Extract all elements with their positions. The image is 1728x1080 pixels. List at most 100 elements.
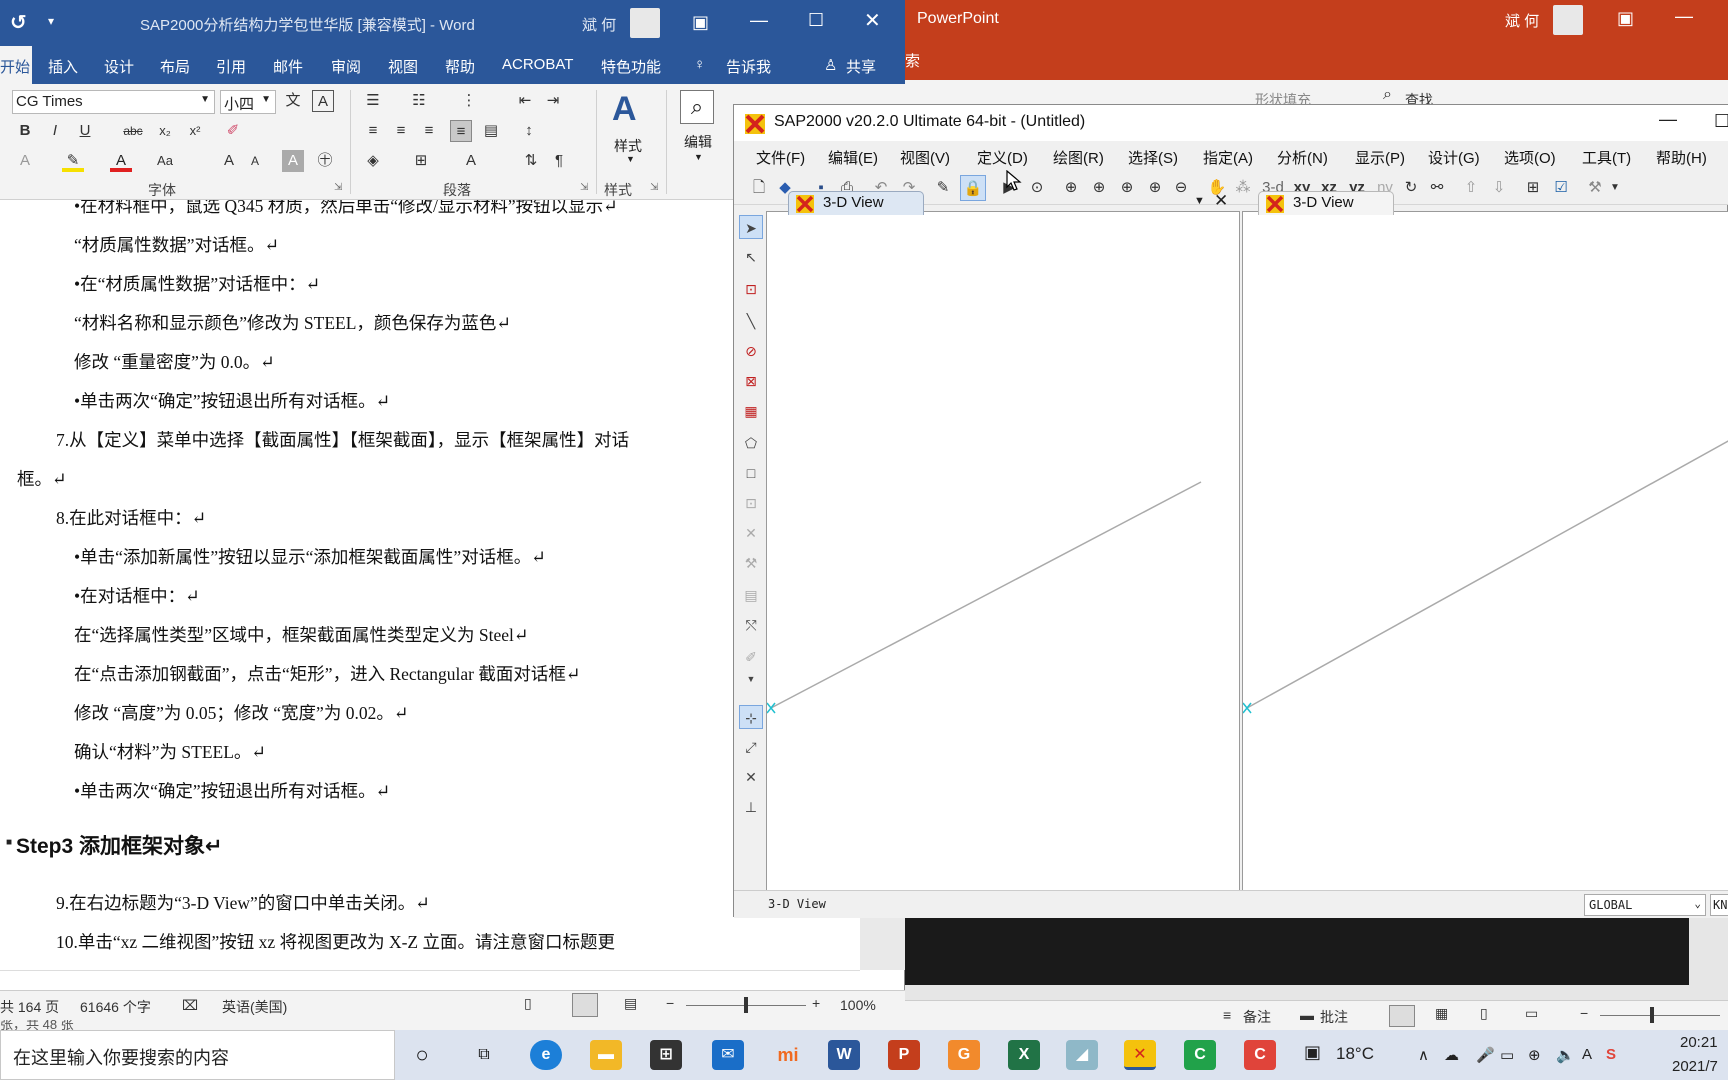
autosave-icon[interactable]: ↺ [10, 10, 27, 35]
view-tab-left[interactable]: 3-D View [788, 191, 924, 215]
editing-button[interactable]: 编辑 [684, 132, 712, 152]
zoom-out-icon[interactable]: ⊖ [1168, 175, 1194, 201]
customize-toolbar-icon[interactable]: ▾ [48, 14, 54, 28]
zoom-in-icon[interactable]: ⊕ [1142, 175, 1168, 201]
align-right-icon[interactable]: ≡ [418, 120, 440, 142]
print-layout-button[interactable] [572, 993, 598, 1017]
phonetic-guide-icon[interactable]: 文 [282, 90, 304, 112]
zoom-in-icon[interactable]: + [812, 995, 820, 1011]
comments-button[interactable]: 批注 [1320, 1007, 1348, 1027]
snap-points-icon[interactable]: ⊹ [739, 705, 763, 729]
underline-icon[interactable]: U [74, 120, 96, 142]
enclose-characters-icon[interactable]: ㊉ [314, 150, 336, 172]
zoom-slider-thumb[interactable] [744, 997, 748, 1013]
set-display-options-icon[interactable]: ☑ [1548, 175, 1574, 201]
chinese-layout-icon[interactable]: A [460, 150, 482, 172]
weather-temp[interactable]: 18°C [1336, 1044, 1374, 1064]
font-dialog-launcher-icon[interactable]: ⇲ [334, 182, 342, 193]
draw-section-cut-icon[interactable]: ⤲ [739, 613, 763, 637]
subscript-icon[interactable]: x₂ [154, 120, 176, 142]
camtasia-red-icon[interactable]: C [1244, 1040, 1276, 1070]
draw-joint-icon[interactable]: ⊡ [739, 277, 763, 301]
notes-button[interactable]: 备注 [1243, 1007, 1271, 1027]
menu-options[interactable]: 选项(O) [1504, 147, 1556, 168]
draw-brace-icon[interactable]: ⊠ [739, 369, 763, 393]
minimize-icon[interactable]: — [1659, 109, 1677, 130]
change-case-icon[interactable]: Aa [154, 150, 176, 172]
ribbon-display-icon[interactable]: ▣ [1617, 8, 1634, 29]
menu-view[interactable]: 视图(V) [900, 147, 950, 168]
new-model-icon[interactable]: 🗋 [746, 175, 772, 201]
search-icon[interactable]: ⌕ [1383, 86, 1392, 104]
share-icon[interactable]: ♙ [824, 56, 837, 74]
font-size-dropdown[interactable]: 小四 ▼ [220, 90, 276, 114]
decrease-indent-icon[interactable]: ⇤ [514, 90, 536, 112]
shrink-font-icon[interactable]: A [244, 150, 266, 172]
reshape-icon[interactable]: ↖ [739, 245, 763, 269]
zoom-previous-icon[interactable]: ⊕ [1114, 175, 1140, 201]
move-down-icon[interactable]: ⇩ [1486, 175, 1512, 201]
sogou-ime-icon[interactable]: S [1606, 1046, 1616, 1063]
search-icon[interactable]: ⌕ [680, 90, 714, 124]
clear-formatting-icon[interactable]: ✐ [222, 120, 244, 142]
file-explorer-icon[interactable]: ▬ [590, 1040, 622, 1070]
select-pointer-icon[interactable]: ➤ [739, 215, 763, 239]
app-icon[interactable]: ◢ [1066, 1040, 1098, 1070]
tab-special-features[interactable]: 特色功能 [601, 56, 661, 77]
justify-icon[interactable]: ≡ [450, 120, 472, 142]
tab-review[interactable]: 审阅 [331, 56, 361, 77]
tab-view[interactable]: 视图 [388, 56, 418, 77]
mi-icon[interactable]: mi [772, 1040, 804, 1070]
comments-icon[interactable]: ▬ [1300, 1007, 1314, 1023]
menu-file[interactable]: 文件(F) [756, 147, 805, 168]
quick-draw-frame-icon[interactable]: ⊘ [739, 339, 763, 363]
share-button[interactable]: 共享 [846, 56, 876, 77]
tab-design[interactable]: 设计 [104, 56, 134, 77]
show-hide-marks-icon[interactable]: ¶ [548, 150, 570, 172]
draw-poly-area-icon[interactable]: ⬠ [739, 431, 763, 455]
tab-home[interactable]: 开始 [0, 56, 30, 77]
highlight-icon[interactable]: ✎ [62, 150, 84, 172]
bullets-icon[interactable]: ☰ [362, 90, 384, 112]
paragraph-dialog-launcher-icon[interactable]: ⇲ [580, 182, 588, 193]
refresh-pencil-icon[interactable]: ✎ [930, 175, 956, 201]
snap-intersections-icon[interactable]: ✕ [739, 765, 763, 789]
superscript-icon[interactable]: x² [184, 120, 206, 142]
zoom-slider[interactable] [1600, 1015, 1720, 1016]
volume-icon[interactable]: 🔈 [1556, 1046, 1575, 1064]
network-icon[interactable]: ⊕ [1528, 1046, 1541, 1064]
task-view-icon[interactable]: ⧉ [468, 1040, 500, 1070]
microphone-icon[interactable]: 🎤 [1476, 1046, 1495, 1064]
italic-icon[interactable]: I [44, 120, 66, 142]
draw-solid-icon[interactable]: ▤ [739, 583, 763, 607]
bold-icon[interactable]: B [14, 120, 36, 142]
document-page[interactable]: •在材料框中，鼠选 Q345 材质，然后单击“修改/显示材料”按钮以显示↵ “材… [0, 200, 860, 970]
lightbulb-icon[interactable]: ♀ [694, 56, 705, 73]
normal-view-button[interactable] [1389, 1005, 1415, 1027]
store-icon[interactable]: ⊞ [650, 1040, 682, 1070]
slideshow-icon[interactable]: ▭ [1525, 1005, 1538, 1022]
object-shrink-icon[interactable]: ⊞ [1520, 175, 1546, 201]
reading-view-icon[interactable]: ▯ [1480, 1005, 1488, 1022]
edge-icon[interactable]: e [530, 1040, 562, 1070]
read-mode-icon[interactable]: ▯ [524, 995, 532, 1012]
word-icon[interactable]: W [828, 1040, 860, 1070]
chevron-down-icon[interactable]: ▼ [739, 667, 763, 691]
draw-dimension-icon[interactable]: ✐ [739, 645, 763, 669]
zoom-out-icon[interactable]: − [1580, 1005, 1588, 1021]
proofing-icon[interactable]: ⌧ [182, 997, 198, 1014]
shading-icon[interactable]: ◈ [362, 150, 384, 172]
avatar[interactable] [630, 8, 660, 38]
increase-indent-icon[interactable]: ⇥ [542, 90, 564, 112]
tell-me-button[interactable]: 告诉我 [726, 56, 771, 77]
multilevel-list-icon[interactable]: ⋮ [458, 90, 480, 112]
numbering-icon[interactable]: ☷ [408, 90, 430, 112]
distributed-icon[interactable]: ▤ [480, 120, 502, 142]
minimize-icon[interactable]: — [750, 10, 768, 31]
styles-dialog-launcher-icon[interactable]: ⇲ [650, 182, 658, 193]
zoom-rubberband-icon[interactable]: ⊕ [1058, 175, 1084, 201]
tab-insert[interactable]: 插入 [48, 56, 78, 77]
font-name-dropdown[interactable]: CG Times ▼ [12, 90, 215, 114]
close-icon[interactable]: ✕ [864, 8, 881, 33]
chevron-down-icon[interactable]: ▼ [1602, 175, 1628, 201]
